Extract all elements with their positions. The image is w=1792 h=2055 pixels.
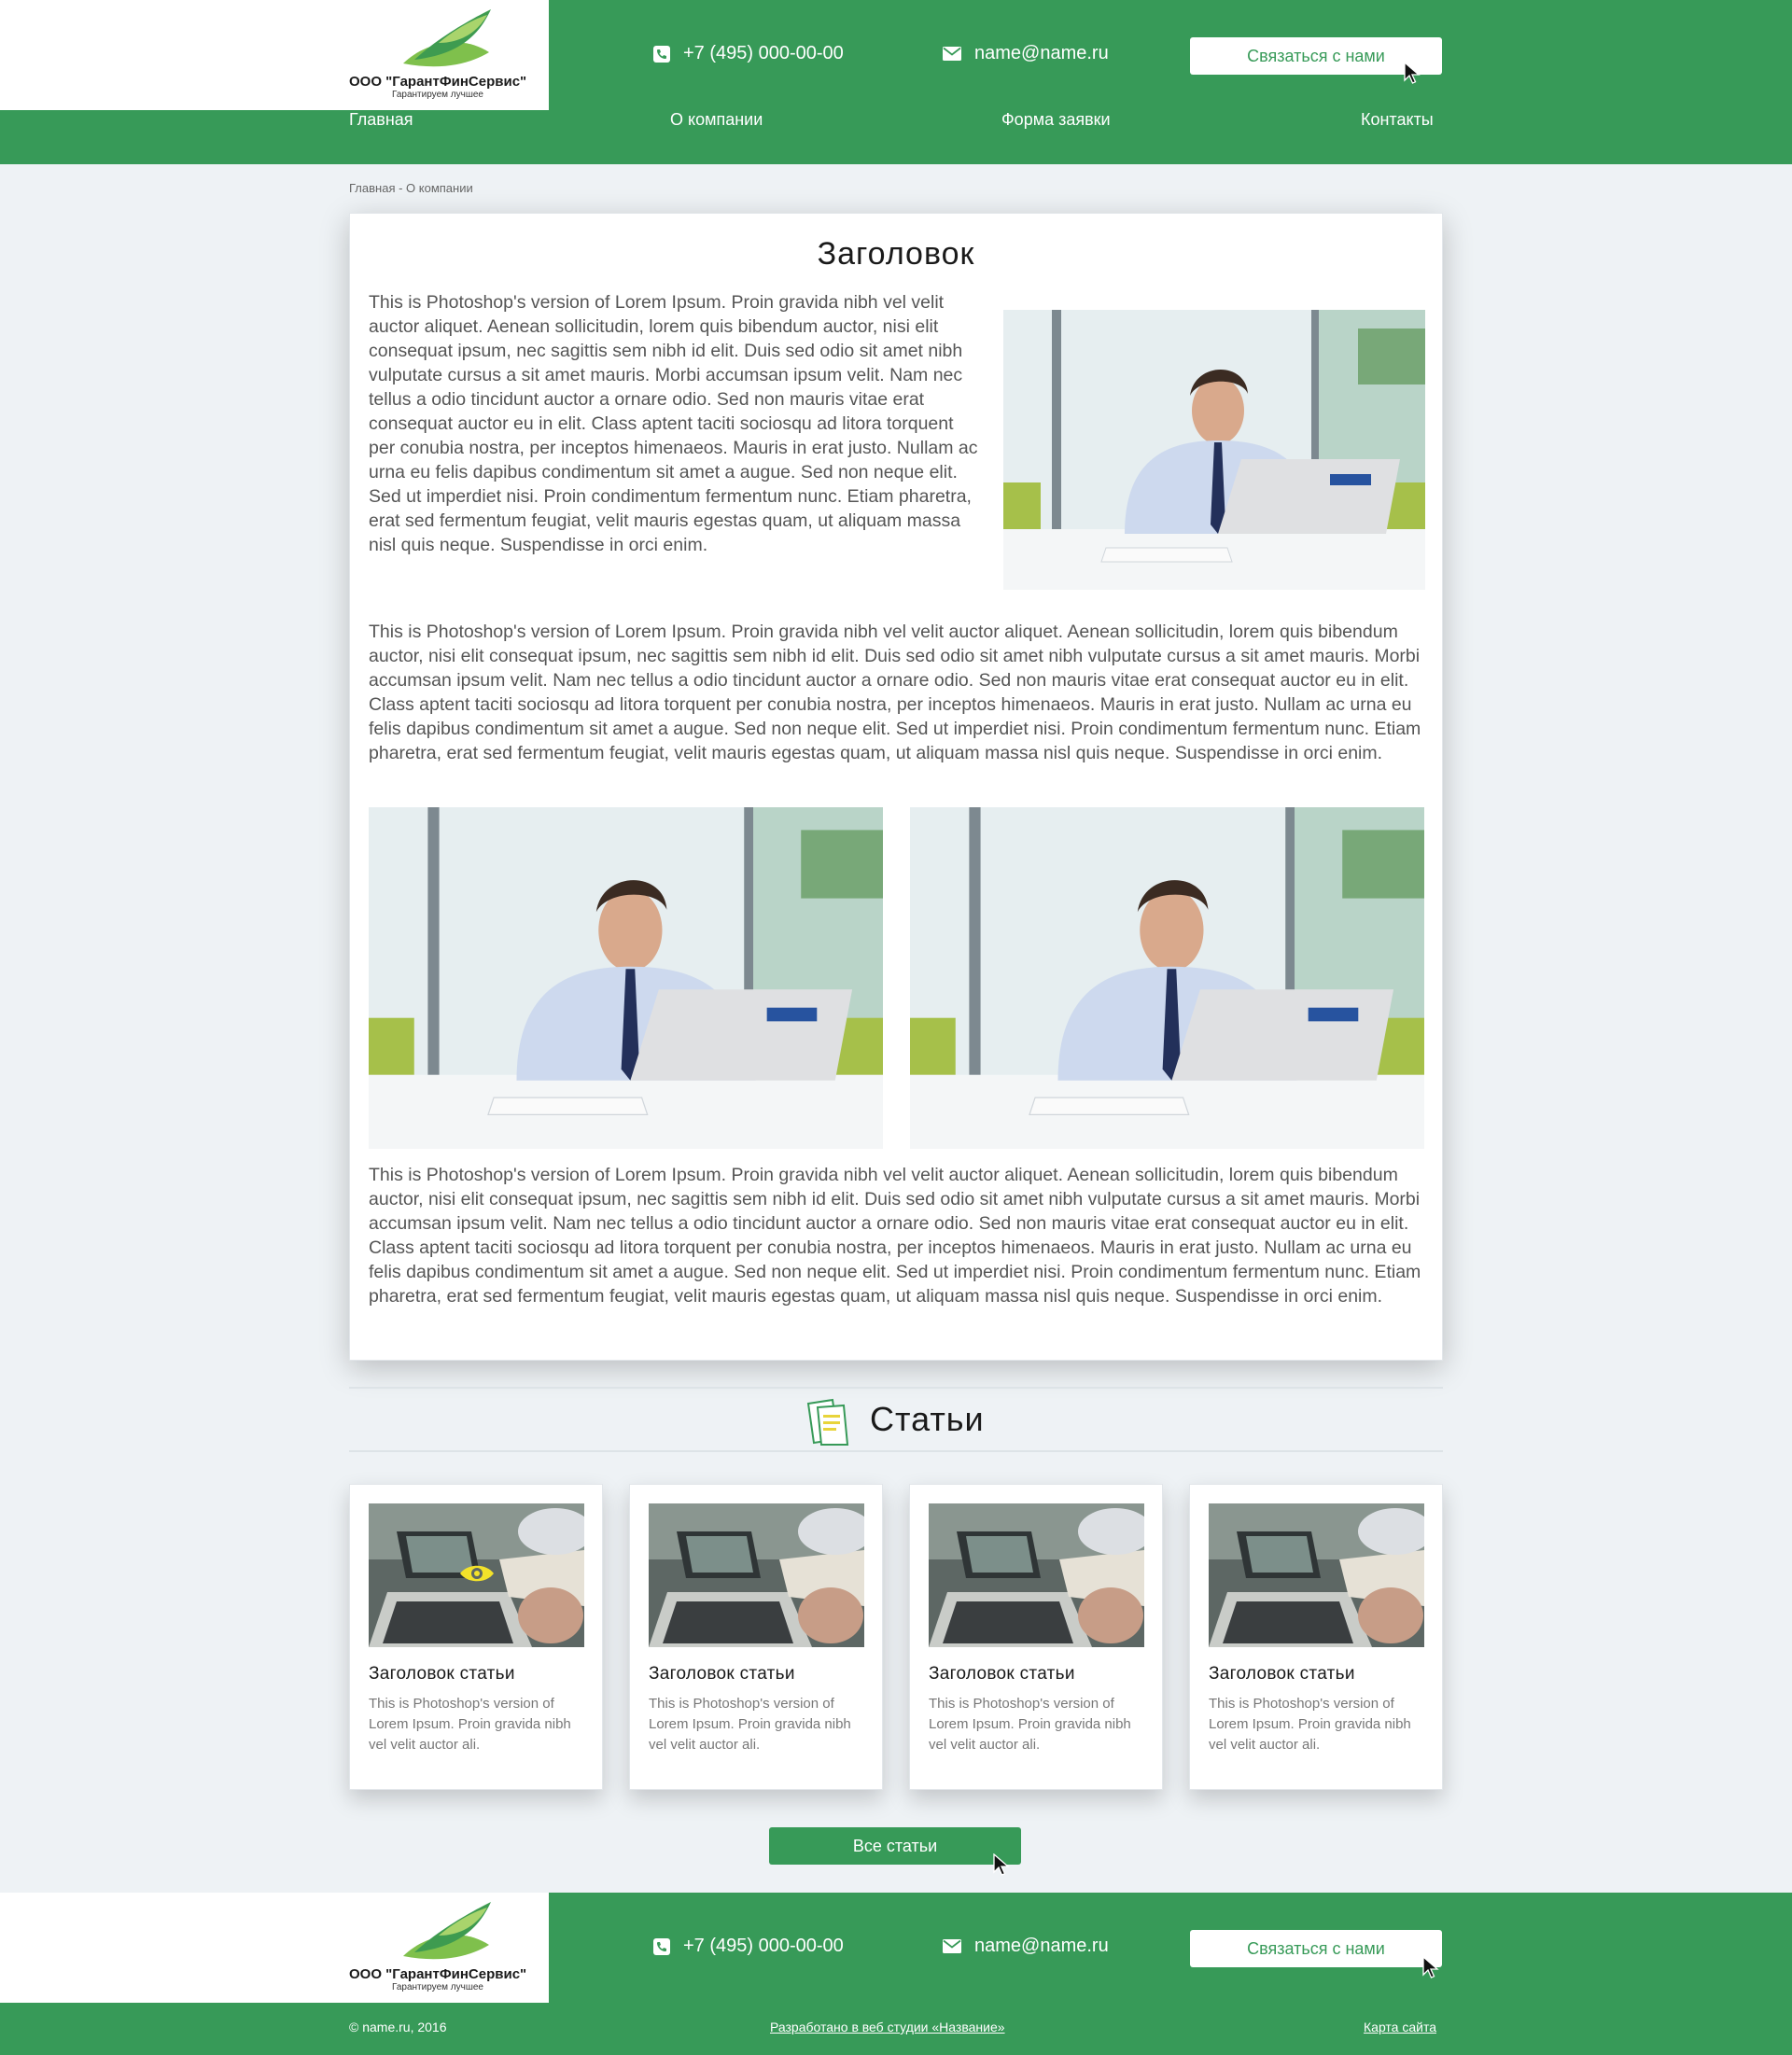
page-title: Заголовок [817,236,975,272]
article-paragraph-1: This is Photoshop's version of Lorem Ips… [369,292,978,555]
cursor-icon [993,1853,1010,1876]
article-card-text: This is Photoshop's version of Lorem Ips… [369,1696,571,1753]
email-address: name@name.ru [974,1936,1109,1956]
article-thumbnail[interactable] [369,1503,584,1647]
mail-icon [943,1939,961,1953]
sitemap-link[interactable]: Карта сайта [1364,2020,1436,2034]
article-card-text: This is Photoshop's version of Lorem Ips… [649,1696,851,1753]
article-card-text: This is Photoshop's version of Lorem Ips… [1209,1696,1411,1753]
nav-item-contacts[interactable]: Контакты [1361,110,1434,130]
logo-area[interactable]: ООО "ГарантФинСервис" Гарантируем лучшее [0,0,549,110]
company-name: ООО "ГарантФинСервис" [349,1966,527,1982]
cursor-icon [1422,1956,1439,1978]
laptop-photo [649,1503,864,1647]
phone-number: +7 (495) 000-00-00 [683,43,844,63]
article-card-1[interactable]: Заголовок статьи This is Photoshop's ver… [349,1484,603,1790]
article-card-4[interactable]: Заголовок статьи This is Photoshop's ver… [1189,1484,1443,1790]
office-photo [1003,310,1425,590]
office-photo [369,807,883,1149]
section-divider-bottom [349,1450,1443,1452]
eye-icon [460,1565,494,1582]
article-thumbnail[interactable] [1209,1503,1424,1647]
copyright: © name.ru, 2016 [349,2020,447,2034]
article-photo-left [369,807,883,1149]
nav-item-request-form[interactable]: Форма заявки [1001,110,1111,130]
mail-icon [943,47,961,61]
footer-bar: ООО "ГарантФинСервис" Гарантируем лучшее… [0,1893,1792,2003]
article-card-title[interactable]: Заголовок статьи [369,1664,515,1685]
company-name: ООО "ГарантФинСервис" [349,74,527,90]
breadcrumb[interactable]: Главная - О компании [349,181,473,195]
footer-contact-us-button[interactable]: Связаться с нами [1190,1930,1442,1967]
laptop-photo [929,1503,1144,1647]
cursor-icon [1404,62,1421,84]
article-card-2[interactable]: Заголовок статьи This is Photoshop's ver… [629,1484,883,1790]
email-address: name@name.ru [974,43,1109,63]
nav-item-about[interactable]: О компании [670,110,763,130]
developer-link[interactable]: Разработано в веб студии «Название» [770,2020,1005,2034]
article-card-title[interactable]: Заголовок статьи [1209,1664,1355,1685]
article-thumbnail[interactable] [929,1503,1144,1647]
article-card-text: This is Photoshop's version of Lorem Ips… [929,1696,1131,1753]
article-paragraph-2: This is Photoshop's version of Lorem Ips… [369,622,1421,763]
laptop-photo [1209,1503,1424,1647]
nav-item-home[interactable]: Главная [349,110,413,130]
header-phone[interactable]: +7 (495) 000-00-00 [653,43,844,64]
articles-section-title: Статьи [870,1400,985,1438]
article-paragraph-3: This is Photoshop's version of Lorem Ips… [369,1165,1421,1307]
main-nav: Главная О компании Форма заявки Контакты [0,110,1792,164]
phone-number: +7 (495) 000-00-00 [683,1936,844,1956]
header-email[interactable]: name@name.ru [943,43,1109,64]
article-card-3[interactable]: Заголовок статьи This is Photoshop's ver… [909,1484,1163,1790]
company-tagline: Гарантируем лучшее [392,90,483,100]
articles-icon [806,1398,849,1446]
phone-icon [653,45,670,63]
article-thumbnail[interactable] [649,1503,864,1647]
phone-icon [653,1937,670,1955]
article-card-title[interactable]: Заголовок статьи [929,1664,1075,1685]
office-photo [910,807,1424,1149]
footer-email[interactable]: name@name.ru [943,1936,1109,1957]
article-card-title[interactable]: Заголовок статьи [649,1664,795,1685]
section-divider-top [349,1387,1443,1389]
article-photo-right [910,807,1424,1149]
company-tagline: Гарантируем лучшее [392,1982,483,1992]
footer-phone[interactable]: +7 (495) 000-00-00 [653,1936,844,1957]
header-bar: ООО "ГарантФинСервис" Гарантируем лучшее… [0,0,1792,110]
footer-logo-area[interactable]: ООО "ГарантФинСервис" Гарантируем лучшее [0,1893,549,2003]
article-card: Заголовок This is Photoshop's version of… [349,213,1443,1361]
all-articles-button[interactable]: Все статьи [769,1827,1021,1865]
article-photo-main [1003,310,1425,590]
footer-bottom-bar: © name.ru, 2016 Разработано в веб студии… [0,2003,1792,2055]
